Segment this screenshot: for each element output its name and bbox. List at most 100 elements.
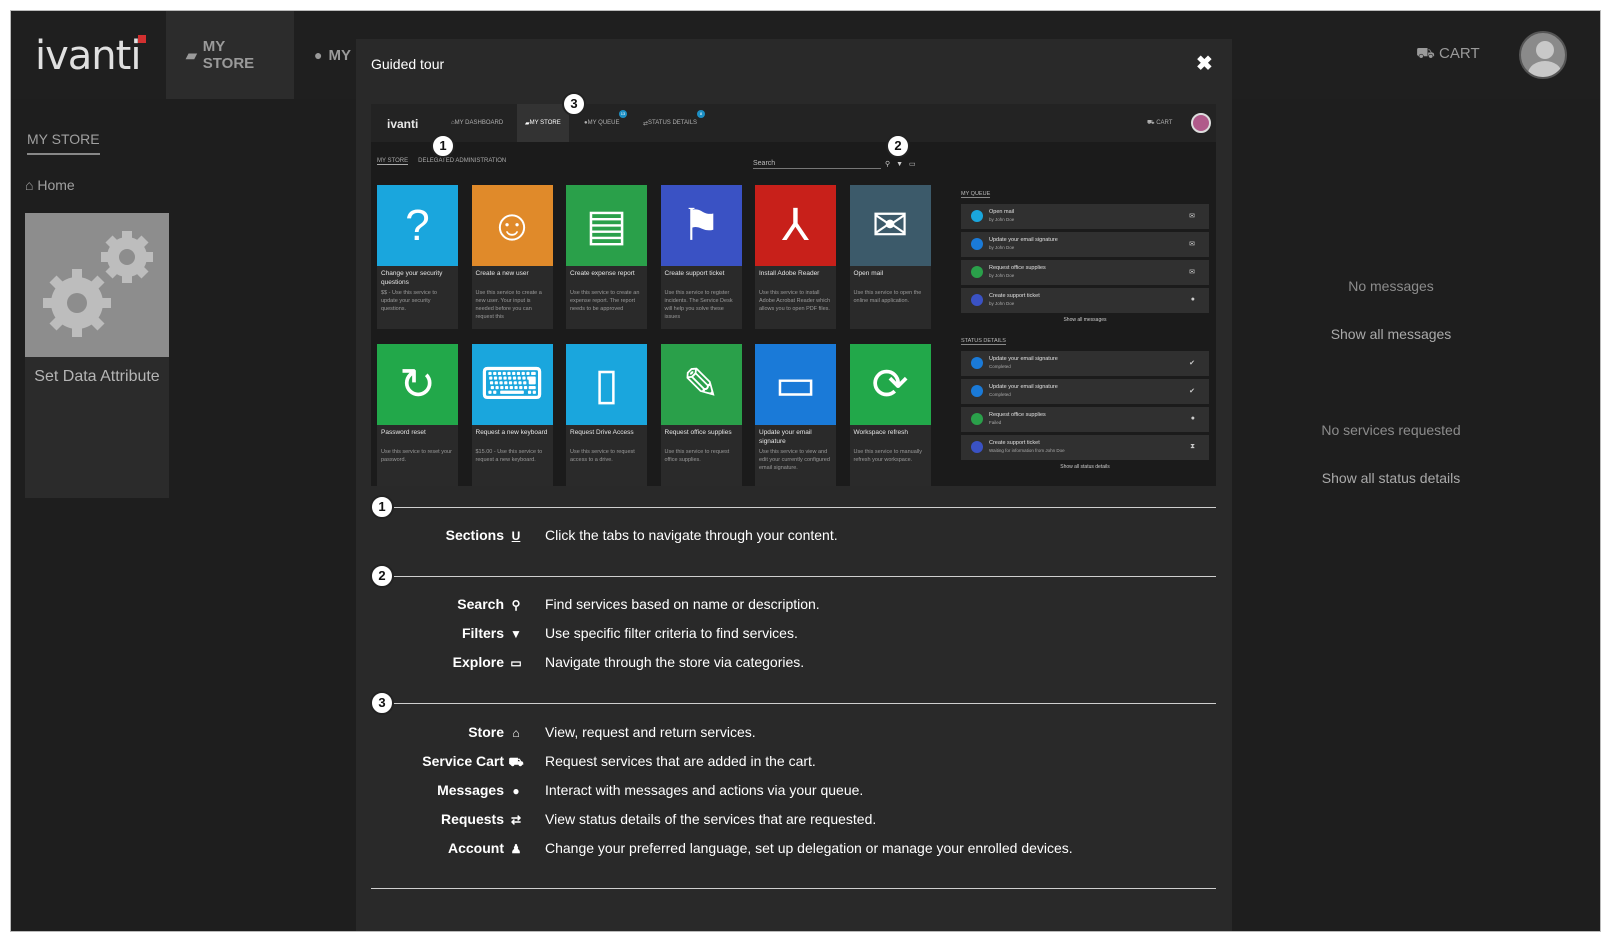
legend-label-messages: Messages ● bbox=[437, 782, 524, 798]
breadcrumb-home[interactable]: ⌂ Home bbox=[25, 177, 75, 193]
legend-label-requests: Requests ⇄ bbox=[441, 811, 524, 827]
no-messages-text: No messages bbox=[1348, 278, 1434, 294]
legend-label-explore: Explore ▭ bbox=[453, 654, 524, 670]
close-icon[interactable]: ✖ bbox=[1196, 51, 1213, 76]
comment-icon: ● bbox=[512, 784, 520, 798]
legend-label-store: Store ⌂ bbox=[468, 724, 524, 740]
service-tile-set-data-attribute[interactable]: Set Data Attribute bbox=[25, 213, 169, 498]
underline-icon: U bbox=[511, 529, 521, 543]
screenshot-service-tile: ⚑ Create support ticket Use this service t… bbox=[660, 185, 742, 329]
screenshot-service-tile: ▤ Create expense report Use this service t… bbox=[566, 185, 647, 329]
legend-desc-search: Find services based on name or descripti… bbox=[545, 596, 820, 612]
tile-name: Open mail bbox=[853, 270, 884, 277]
screenshot-avatar bbox=[1191, 113, 1211, 133]
tile-description: Use this service to request office suppl… bbox=[664, 449, 730, 463]
show-all-messages-link[interactable]: Show all messages bbox=[1241, 326, 1541, 342]
screenshot-nav-status: ⇄ STATUS DETAILS bbox=[643, 120, 698, 127]
nav-my-store[interactable]: ▰ MY STORE bbox=[166, 11, 294, 99]
section-divider bbox=[371, 703, 1216, 704]
modal-title: Guided tour bbox=[371, 56, 445, 72]
screenshot-service-tile: ⌨ Request a new keyboard $15.00 - Use this… bbox=[471, 344, 553, 486]
section-number-3: 3 bbox=[370, 691, 394, 715]
tour-screenshot: ivanti ⌂ MY DASHBOARD ▰ MY STORE ● MY QU… bbox=[371, 104, 1216, 486]
section-number-1: 1 bbox=[370, 495, 394, 519]
cart-icon: ⛟ bbox=[1416, 45, 1435, 62]
tile-name: Create a new user bbox=[475, 270, 529, 277]
screenshot-queue-item: Request office supplies Failed ● bbox=[961, 407, 1209, 432]
legend-label-account: Account ♟ bbox=[448, 840, 524, 856]
queue-item-text: Create support ticket by John Doe bbox=[989, 293, 1040, 306]
screenshot-queue-item: Update your email signature Completed ✔ bbox=[961, 379, 1209, 404]
legend-label-filters: Filters ▼ bbox=[462, 625, 524, 641]
screenshot-service-tile: ↻ Password reset Use this service to reset… bbox=[377, 344, 458, 486]
user-avatar[interactable] bbox=[1519, 31, 1567, 79]
callout-1: 1 bbox=[431, 134, 455, 158]
screenshot-navbar: ivanti ⌂ MY DASHBOARD ▰ MY STORE ● MY QU… bbox=[371, 104, 1216, 142]
screenshot-service-tile: ▭ Update your email signature Use this ser… bbox=[755, 344, 836, 486]
tile-icon: ✎ bbox=[660, 344, 742, 425]
callout-2: 2 bbox=[886, 134, 910, 158]
tile-description: Use this service to open the online mail… bbox=[853, 290, 922, 304]
tile-description: Use this service to manually refresh you… bbox=[853, 449, 922, 463]
screenshot-service-tile: ✎ Request office supplies Use this service… bbox=[660, 344, 742, 486]
user-icon: ♟ bbox=[510, 842, 522, 856]
legend-desc-store: View, request and return services. bbox=[545, 724, 756, 740]
tile-description: Use this service to create a new user. Y… bbox=[475, 290, 542, 320]
screenshot-logo: ivanti bbox=[387, 117, 419, 131]
tile-name: Request office supplies bbox=[664, 429, 732, 436]
queue-item-action-icon: ✔ bbox=[1189, 388, 1195, 395]
no-services-text: No services requested bbox=[1321, 422, 1461, 438]
tile-description: Use this service to reset your password. bbox=[381, 449, 452, 463]
tile-description: Use this service to view and edit your c… bbox=[759, 449, 830, 471]
cart-icon: ⛟ bbox=[508, 755, 524, 769]
legend-desc-messages: Interact with messages and actions via y… bbox=[545, 782, 864, 798]
section-number-2: 2 bbox=[370, 564, 394, 588]
queue-item-action-icon: ● bbox=[1190, 296, 1195, 303]
queue-item-text: Open mail by John Doe bbox=[989, 209, 1015, 222]
tile-description: Use this service to request access to a … bbox=[570, 449, 635, 463]
screenshot-queue-item: Create support ticket Waiting for informa… bbox=[961, 435, 1209, 460]
screenshot-queue-item: Create support ticket by John Doe ● bbox=[961, 288, 1209, 313]
queue-show-all: Show all messages bbox=[1063, 317, 1107, 323]
ivanti-logo[interactable]: ivanti bbox=[35, 33, 147, 79]
filter-icon: ▼ bbox=[510, 627, 522, 641]
queue-item-icon bbox=[971, 385, 983, 397]
chat-icon: ● bbox=[314, 47, 323, 63]
legend-label-search: Search ⚲ bbox=[457, 596, 524, 612]
screenshot-service-tile: ▯ Request Drive Access Use this service to… bbox=[566, 344, 647, 486]
screenshot-service-tile: ? Change your security questions $$ - Use … bbox=[377, 185, 458, 329]
callout-3: 3 bbox=[562, 92, 586, 116]
queue-item-action-icon: ✉ bbox=[1189, 241, 1195, 248]
tile-name: Request Drive Access bbox=[570, 429, 634, 436]
tile-description: Use this service to create an expense re… bbox=[570, 290, 640, 312]
screenshot-service-tile: ⟳ Workspace refresh Use this service to ma… bbox=[849, 344, 931, 486]
legend-label-cart: Service Cart ⛟ bbox=[422, 753, 524, 769]
status-title: STATUS DETAILS bbox=[961, 338, 1006, 345]
legend-desc-account: Change your preferred language, set up d… bbox=[545, 840, 1073, 856]
screenshot-search-icons: ⚲▼▭ bbox=[885, 161, 922, 168]
screenshot-queue-item: Update your email signature by John Doe ✉ bbox=[961, 232, 1209, 257]
legend-desc-sections: Click the tabs to navigate through your … bbox=[545, 527, 838, 543]
screenshot-queue: MY QUEUE Open mail by John Doe ✉ Update you… bbox=[961, 182, 1211, 476]
legend-desc-cart: Request services that are added in the c… bbox=[545, 753, 816, 769]
queue-item-action-icon: ✉ bbox=[1189, 269, 1195, 276]
tile-description: $$ - Use this service to update your sec… bbox=[381, 290, 437, 312]
service-tile-label: Set Data Attribute bbox=[34, 368, 160, 385]
tile-icon: ↻ bbox=[377, 344, 458, 425]
bag-icon: ▰ bbox=[186, 46, 197, 63]
tile-name: Create expense report bbox=[570, 270, 635, 277]
legend-desc-filters: Use specific filter criteria to find ser… bbox=[545, 625, 798, 641]
screenshot-nav-dashboard: ⌂ MY DASHBOARD bbox=[451, 120, 504, 126]
show-all-status-link[interactable]: Show all status details bbox=[1241, 470, 1541, 486]
tile-description: Use this service to register incidents. … bbox=[664, 290, 733, 320]
queue-item-icon bbox=[971, 238, 983, 250]
queue-item-action-icon: ✔ bbox=[1189, 360, 1195, 367]
queue-item-action-icon: ⧗ bbox=[1190, 443, 1195, 450]
folder-icon: ▭ bbox=[510, 656, 522, 670]
queue-item-text: Update your email signature Completed bbox=[989, 384, 1058, 397]
section-divider bbox=[371, 888, 1216, 889]
sidebar-title[interactable]: MY STORE bbox=[27, 131, 100, 155]
tile-description: $15.00 - Use this service to request a n… bbox=[475, 449, 543, 463]
cart-link[interactable]: ⛟ CART bbox=[1416, 45, 1480, 64]
tile-icon: ⚑ bbox=[660, 185, 742, 266]
